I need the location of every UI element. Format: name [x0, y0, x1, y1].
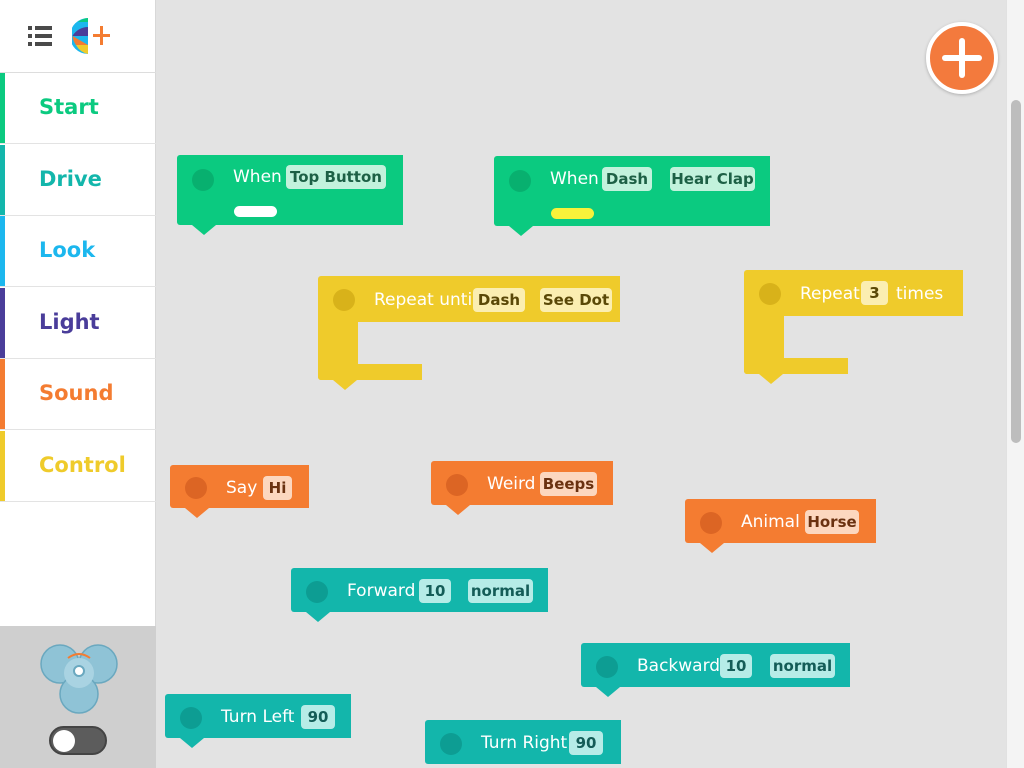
weird-block[interactable]: Weird Beeps — [431, 461, 613, 515]
block-handle[interactable] — [759, 283, 781, 305]
block-label: Say — [226, 478, 258, 498]
add-block-button[interactable] — [926, 22, 998, 94]
block-label: Animal — [741, 512, 800, 532]
block-handle[interactable] — [700, 512, 722, 534]
degrees-param[interactable]: 90 — [569, 731, 603, 755]
block-label: Repeat — [800, 284, 860, 304]
speed-param[interactable]: normal — [770, 654, 835, 678]
color-swatch[interactable] — [551, 208, 594, 219]
backward-block[interactable]: Backward 10 normal — [581, 643, 850, 697]
trigger-param[interactable]: Top Button — [286, 165, 386, 189]
block-handle[interactable] — [446, 474, 468, 496]
category-light[interactable]: Light — [0, 288, 156, 359]
robot-toggle-switch[interactable] — [49, 726, 107, 755]
degrees-param[interactable]: 90 — [301, 705, 335, 729]
forward-block[interactable]: Forward 10 normal — [291, 568, 548, 622]
color-swatch[interactable] — [234, 206, 277, 217]
block-label: Forward — [347, 581, 416, 601]
block-handle[interactable] — [192, 169, 214, 191]
block-label: Repeat until — [374, 290, 477, 310]
block-handle[interactable] — [180, 707, 202, 729]
condition-param[interactable]: See Dot — [540, 288, 612, 312]
block-handle[interactable] — [333, 289, 355, 311]
scroll-thumb[interactable] — [1011, 100, 1021, 443]
speed-param[interactable]: normal — [468, 579, 533, 603]
category-label: Look — [39, 238, 96, 262]
distance-param[interactable]: 10 — [419, 579, 451, 603]
sound-param[interactable]: Beeps — [540, 472, 597, 496]
category-control[interactable]: Control — [0, 431, 156, 502]
block-category-sidebar: Start Drive Look Light Sound Control — [0, 0, 156, 768]
block-handle[interactable] — [509, 170, 531, 192]
distance-param[interactable]: 10 — [720, 654, 752, 678]
sidebar-header — [0, 0, 156, 73]
event-param[interactable]: Hear Clap — [670, 167, 755, 191]
turn-right-block[interactable]: Turn Right 90 — [425, 720, 621, 768]
block-handle[interactable] — [185, 477, 207, 499]
category-sound[interactable]: Sound — [0, 359, 156, 430]
category-label: Sound — [39, 381, 114, 405]
block-handle[interactable] — [596, 656, 618, 678]
category-label: Control — [39, 453, 126, 477]
category-start[interactable]: Start — [0, 73, 156, 144]
repeat-until-block[interactable]: Repeat until Dash See Dot — [318, 276, 620, 390]
animal-block[interactable]: Animal Horse — [685, 499, 876, 553]
repeat-times-block[interactable]: Repeat 3 times — [744, 270, 963, 384]
block-label: When — [233, 167, 282, 187]
category-drive[interactable]: Drive — [0, 145, 156, 216]
block-label: Backward — [637, 656, 721, 676]
dash-robot-icon[interactable] — [38, 640, 120, 716]
block-label: When — [550, 169, 599, 189]
block-label: Turn Left — [221, 707, 295, 727]
app-logo-icon[interactable] — [72, 14, 114, 58]
block-suffix: times — [896, 284, 944, 304]
block-handle[interactable] — [306, 581, 328, 603]
category-look[interactable]: Look — [0, 216, 156, 287]
category-label: Light — [39, 310, 100, 334]
robot-connection-panel — [0, 626, 156, 768]
turn-left-block[interactable]: Turn Left 90 — [165, 694, 351, 748]
animal-param[interactable]: Horse — [805, 510, 859, 534]
when-top-button-block[interactable]: When Top Button — [177, 155, 403, 235]
category-label: Drive — [39, 167, 102, 191]
robot-param[interactable]: Dash — [602, 167, 652, 191]
block-label: Weird — [487, 474, 536, 494]
vertical-scrollbar[interactable] — [1006, 0, 1024, 768]
repeat-count[interactable]: 3 — [861, 281, 888, 305]
when-dash-hear-clap-block[interactable]: When Dash Hear Clap — [494, 156, 770, 236]
category-label: Start — [39, 95, 99, 119]
say-block[interactable]: Say Hi — [170, 465, 309, 518]
list-icon[interactable] — [24, 22, 56, 52]
block-label: Turn Right — [481, 733, 568, 753]
say-param[interactable]: Hi — [263, 476, 292, 500]
block-handle[interactable] — [440, 733, 462, 755]
robot-param[interactable]: Dash — [473, 288, 525, 312]
